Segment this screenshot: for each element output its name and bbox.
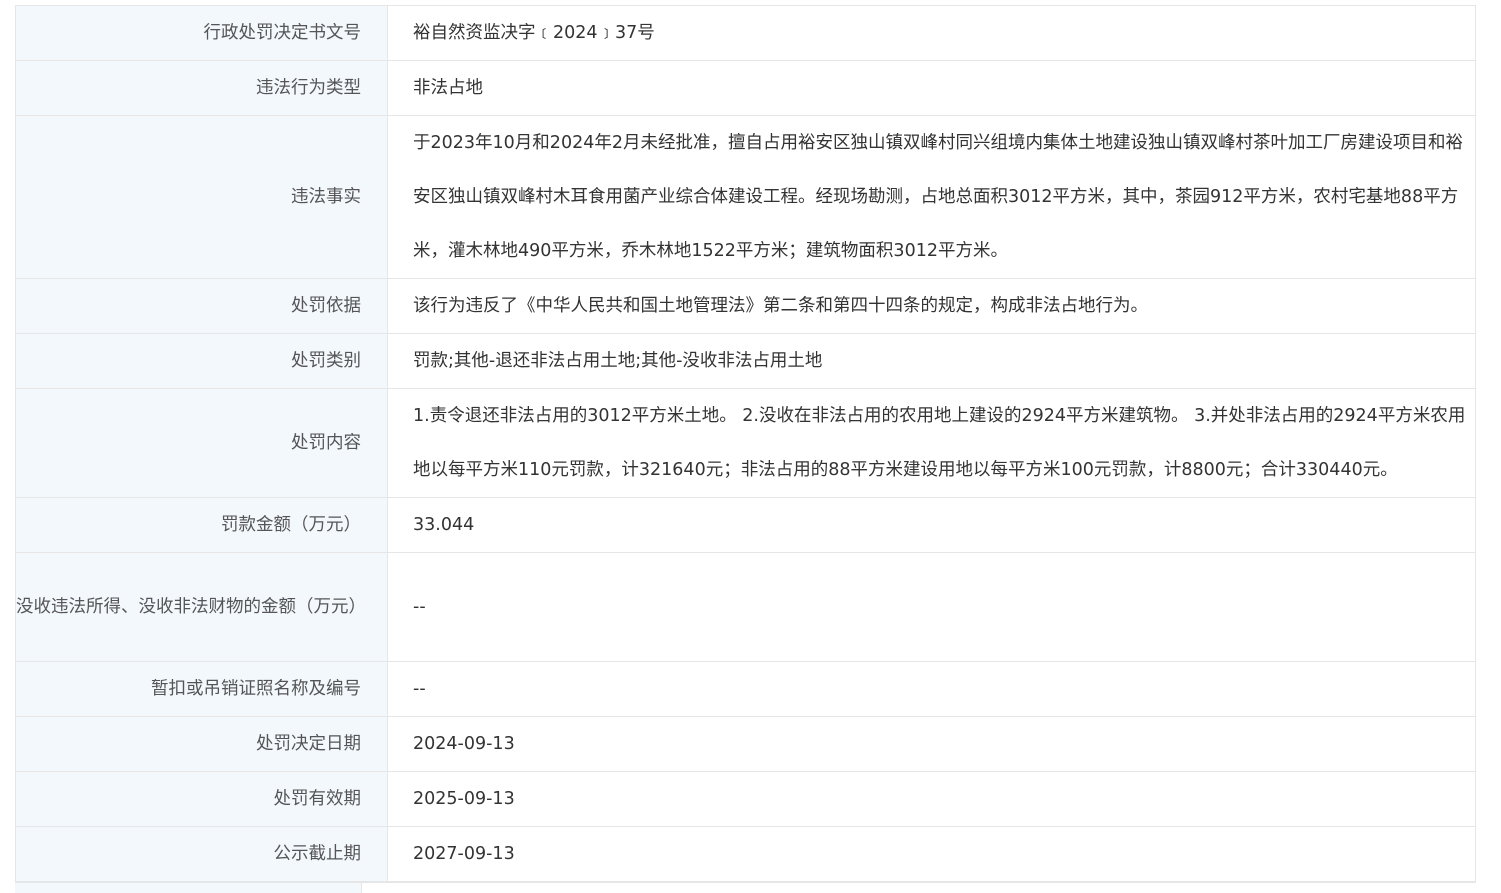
row-publicity-deadline: 公示截止期 2027-09-13 (15, 826, 1476, 882)
label-fine-amount: 罚款金额（万元） (15, 497, 388, 553)
value-violation-type: 非法占地 (387, 60, 1476, 116)
row-fine-amount: 罚款金额（万元） 33.044 (15, 497, 1476, 553)
penalty-detail-panel: 行政处罚决定书文号 裕自然资监决字﹝2024﹞37号 违法行为类型 非法占地 违… (15, 5, 1476, 882)
label-publicity-deadline: 公示截止期 (15, 826, 388, 882)
value-license-revocation: -- (387, 661, 1476, 717)
next-row-partial (15, 882, 1476, 893)
row-license-revocation: 暂扣或吊销证照名称及编号 -- (15, 661, 1476, 717)
label-confiscation-amount: 没收违法所得、没收非法财物的金额（万元） (15, 552, 388, 662)
label-license-revocation: 暂扣或吊销证照名称及编号 (15, 661, 388, 717)
row-decision-number: 行政处罚决定书文号 裕自然资监决字﹝2024﹞37号 (15, 5, 1476, 61)
row-confiscation-amount: 没收违法所得、没收非法财物的金额（万元） -- (15, 552, 1476, 662)
value-violation-facts: 于2023年10月和2024年2月未经批准，擅自占用裕安区独山镇双峰村同兴组境内… (387, 115, 1476, 279)
scrollbar-track[interactable] (1491, 0, 1501, 892)
value-penalty-basis: 该行为违反了《中华人民共和国土地管理法》第二条和第四十四条的规定，构成非法占地行… (387, 278, 1476, 334)
penalty-detail-table: 行政处罚决定书文号 裕自然资监决字﹝2024﹞37号 违法行为类型 非法占地 违… (15, 5, 1476, 882)
value-decision-number: 裕自然资监决字﹝2024﹞37号 (387, 5, 1476, 61)
label-decision-date: 处罚决定日期 (15, 716, 388, 772)
row-penalty-basis: 处罚依据 该行为违反了《中华人民共和国土地管理法》第二条和第四十四条的规定，构成… (15, 278, 1476, 334)
label-penalty-category: 处罚类别 (15, 333, 388, 389)
value-confiscation-amount: -- (387, 552, 1476, 662)
row-penalty-category: 处罚类别 罚款;其他-退还非法占用土地;其他-没收非法占用土地 (15, 333, 1476, 389)
value-valid-until: 2025-09-13 (387, 771, 1476, 827)
value-fine-amount: 33.044 (387, 497, 1476, 553)
label-penalty-basis: 处罚依据 (15, 278, 388, 334)
value-decision-date: 2024-09-13 (387, 716, 1476, 772)
label-penalty-content: 处罚内容 (15, 388, 388, 498)
value-publicity-deadline: 2027-09-13 (387, 826, 1476, 882)
value-penalty-content: 1.责令退还非法占用的3012平方米土地。 2.没收在非法占用的农用地上建设的2… (387, 388, 1476, 498)
row-penalty-content: 处罚内容 1.责令退还非法占用的3012平方米土地。 2.没收在非法占用的农用地… (15, 388, 1476, 498)
label-valid-until: 处罚有效期 (15, 771, 388, 827)
label-decision-number: 行政处罚决定书文号 (15, 5, 388, 61)
row-violation-facts: 违法事实 于2023年10月和2024年2月未经批准，擅自占用裕安区独山镇双峰村… (15, 115, 1476, 279)
label-violation-type: 违法行为类型 (15, 60, 388, 116)
row-violation-type: 违法行为类型 非法占地 (15, 60, 1476, 116)
value-penalty-category: 罚款;其他-退还非法占用土地;其他-没收非法占用土地 (387, 333, 1476, 389)
row-valid-until: 处罚有效期 2025-09-13 (15, 771, 1476, 827)
row-decision-date: 处罚决定日期 2024-09-13 (15, 716, 1476, 772)
label-violation-facts: 违法事实 (15, 115, 388, 279)
